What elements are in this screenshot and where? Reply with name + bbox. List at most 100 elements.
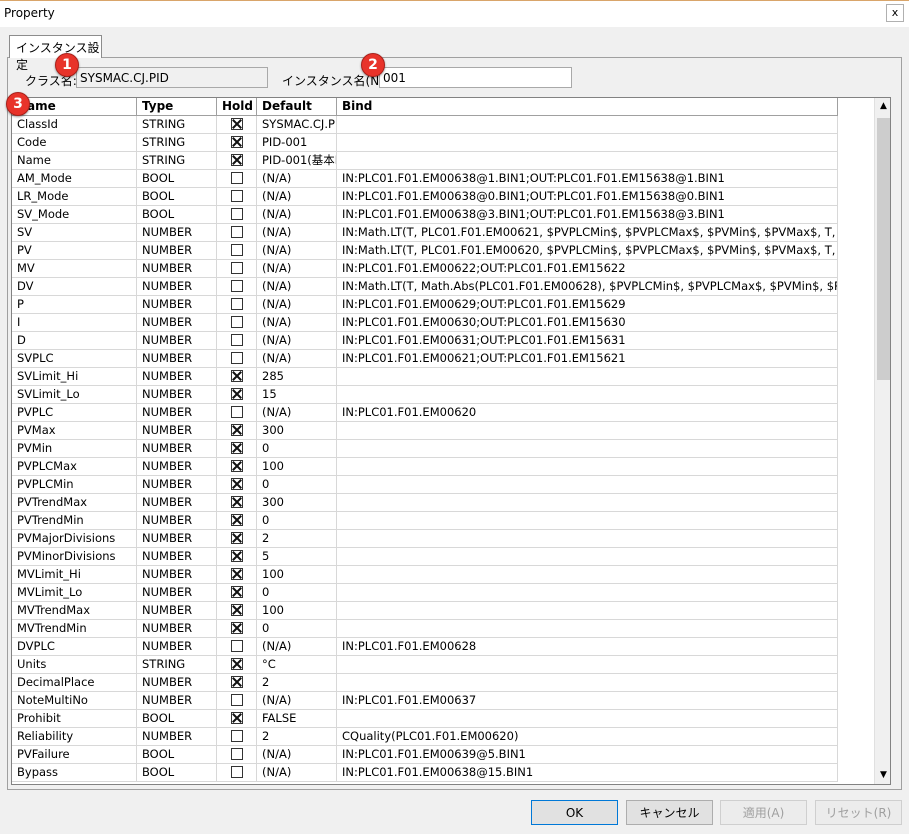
- cell-hold[interactable]: [217, 368, 257, 385]
- hold-checkbox[interactable]: [231, 676, 243, 688]
- cell-default[interactable]: 300: [257, 494, 337, 511]
- cell-type[interactable]: NUMBER: [137, 224, 217, 241]
- cell-name[interactable]: Code: [12, 134, 137, 151]
- cell-hold[interactable]: [217, 296, 257, 313]
- scroll-down-icon[interactable]: ▼: [875, 767, 890, 784]
- table-row[interactable]: LR_Mode BOOL (N/A) IN:PLC01.F01.EM00638@0.B…: [12, 188, 838, 206]
- cell-name[interactable]: MV: [12, 260, 137, 277]
- cell-bind[interactable]: CQuality(PLC01.F01.EM00620): [337, 728, 838, 745]
- hold-checkbox[interactable]: [231, 640, 243, 652]
- cell-type[interactable]: NUMBER: [137, 548, 217, 565]
- cell-type[interactable]: NUMBER: [137, 728, 217, 745]
- cancel-button[interactable]: キャンセル: [626, 800, 713, 825]
- cell-bind[interactable]: [337, 458, 838, 475]
- cell-type[interactable]: NUMBER: [137, 296, 217, 313]
- cell-default[interactable]: (N/A): [257, 764, 337, 781]
- hold-checkbox[interactable]: [231, 298, 243, 310]
- cell-type[interactable]: NUMBER: [137, 584, 217, 601]
- cell-hold[interactable]: [217, 458, 257, 475]
- hold-checkbox[interactable]: [231, 694, 243, 706]
- cell-bind[interactable]: IN:Math.LT(T, PLC01.F01.EM00621, $PVPLCM…: [337, 224, 838, 241]
- hold-checkbox[interactable]: [231, 352, 243, 364]
- table-row[interactable]: MVLimit_Lo NUMBER 0: [12, 584, 838, 602]
- cell-default[interactable]: (N/A): [257, 170, 337, 187]
- hold-checkbox[interactable]: [231, 748, 243, 760]
- cell-type[interactable]: NUMBER: [137, 512, 217, 529]
- cell-hold[interactable]: [217, 116, 257, 133]
- cell-bind[interactable]: [337, 134, 838, 151]
- column-header-default[interactable]: Default: [257, 98, 337, 116]
- cell-type[interactable]: BOOL: [137, 188, 217, 205]
- cell-name[interactable]: Reliability: [12, 728, 137, 745]
- cell-bind[interactable]: [337, 530, 838, 547]
- hold-checkbox[interactable]: [231, 568, 243, 580]
- cell-hold[interactable]: [217, 530, 257, 547]
- cell-hold[interactable]: [217, 278, 257, 295]
- cell-bind[interactable]: [337, 710, 838, 727]
- cell-bind[interactable]: [337, 368, 838, 385]
- table-row[interactable]: Prohibit BOOL FALSE: [12, 710, 838, 728]
- vertical-scrollbar[interactable]: ▲ ▼: [874, 98, 890, 784]
- cell-bind[interactable]: IN:PLC01.F01.EM00620: [337, 404, 838, 421]
- hold-checkbox[interactable]: [231, 658, 243, 670]
- cell-default[interactable]: 5: [257, 548, 337, 565]
- cell-type[interactable]: NUMBER: [137, 386, 217, 403]
- cell-hold[interactable]: [217, 350, 257, 367]
- cell-bind[interactable]: IN:PLC01.F01.EM00631;OUT:PLC01.F01.EM156…: [337, 332, 838, 349]
- cell-bind[interactable]: [337, 422, 838, 439]
- cell-default[interactable]: (N/A): [257, 638, 337, 655]
- cell-default[interactable]: (N/A): [257, 278, 337, 295]
- cell-hold[interactable]: [217, 476, 257, 493]
- table-row[interactable]: NoteMultiNo NUMBER (N/A) IN:PLC01.F01.EM006…: [12, 692, 838, 710]
- cell-type[interactable]: NUMBER: [137, 530, 217, 547]
- table-row[interactable]: I NUMBER (N/A) IN:PLC01.F01.EM00630;OUT:PLC…: [12, 314, 838, 332]
- hold-checkbox[interactable]: [231, 460, 243, 472]
- hold-checkbox[interactable]: [231, 730, 243, 742]
- hold-checkbox[interactable]: [231, 406, 243, 418]
- table-row[interactable]: PVPLC NUMBER (N/A) IN:PLC01.F01.EM00620: [12, 404, 838, 422]
- cell-default[interactable]: 0: [257, 440, 337, 457]
- cell-bind[interactable]: IN:Math.LT(T, Math.Abs(PLC01.F01.EM00628…: [337, 278, 838, 295]
- cell-bind[interactable]: [337, 386, 838, 403]
- cell-type[interactable]: NUMBER: [137, 638, 217, 655]
- table-row[interactable]: PVTrendMin NUMBER 0: [12, 512, 838, 530]
- cell-type[interactable]: STRING: [137, 134, 217, 151]
- table-row[interactable]: SVLimit_Lo NUMBER 15: [12, 386, 838, 404]
- table-row[interactable]: SVLimit_Hi NUMBER 285: [12, 368, 838, 386]
- cell-type[interactable]: NUMBER: [137, 674, 217, 691]
- scroll-thumb[interactable]: [877, 118, 890, 380]
- cell-default[interactable]: (N/A): [257, 296, 337, 313]
- cell-default[interactable]: (N/A): [257, 242, 337, 259]
- hold-checkbox[interactable]: [231, 316, 243, 328]
- cell-name[interactable]: SVPLC: [12, 350, 137, 367]
- column-header-hold[interactable]: Hold: [217, 98, 257, 116]
- column-header-name[interactable]: Name: [12, 98, 137, 116]
- cell-bind[interactable]: [337, 620, 838, 637]
- cell-hold[interactable]: [217, 710, 257, 727]
- reset-button[interactable]: リセット(R): [815, 800, 902, 825]
- hold-checkbox[interactable]: [231, 766, 243, 778]
- cell-bind[interactable]: [337, 116, 838, 133]
- table-row[interactable]: Bypass BOOL (N/A) IN:PLC01.F01.EM00638@15.B…: [12, 764, 838, 782]
- cell-name[interactable]: P: [12, 296, 137, 313]
- cell-name[interactable]: SVLimit_Hi: [12, 368, 137, 385]
- cell-default[interactable]: (N/A): [257, 404, 337, 421]
- cell-hold[interactable]: [217, 602, 257, 619]
- cell-default[interactable]: 285: [257, 368, 337, 385]
- cell-name[interactable]: ClassId: [12, 116, 137, 133]
- cell-bind[interactable]: [337, 548, 838, 565]
- hold-checkbox[interactable]: [231, 262, 243, 274]
- cell-default[interactable]: 15: [257, 386, 337, 403]
- cell-hold[interactable]: [217, 764, 257, 781]
- hold-checkbox[interactable]: [231, 586, 243, 598]
- cell-hold[interactable]: [217, 188, 257, 205]
- cell-name[interactable]: MVLimit_Lo: [12, 584, 137, 601]
- cell-type[interactable]: NUMBER: [137, 260, 217, 277]
- table-row[interactable]: DecimalPlace NUMBER 2: [12, 674, 838, 692]
- cell-name[interactable]: Bypass: [12, 764, 137, 781]
- hold-checkbox[interactable]: [231, 154, 243, 166]
- hold-checkbox[interactable]: [231, 496, 243, 508]
- table-row[interactable]: SV_Mode BOOL (N/A) IN:PLC01.F01.EM00638@3.B…: [12, 206, 838, 224]
- cell-type[interactable]: NUMBER: [137, 350, 217, 367]
- cell-default[interactable]: (N/A): [257, 746, 337, 763]
